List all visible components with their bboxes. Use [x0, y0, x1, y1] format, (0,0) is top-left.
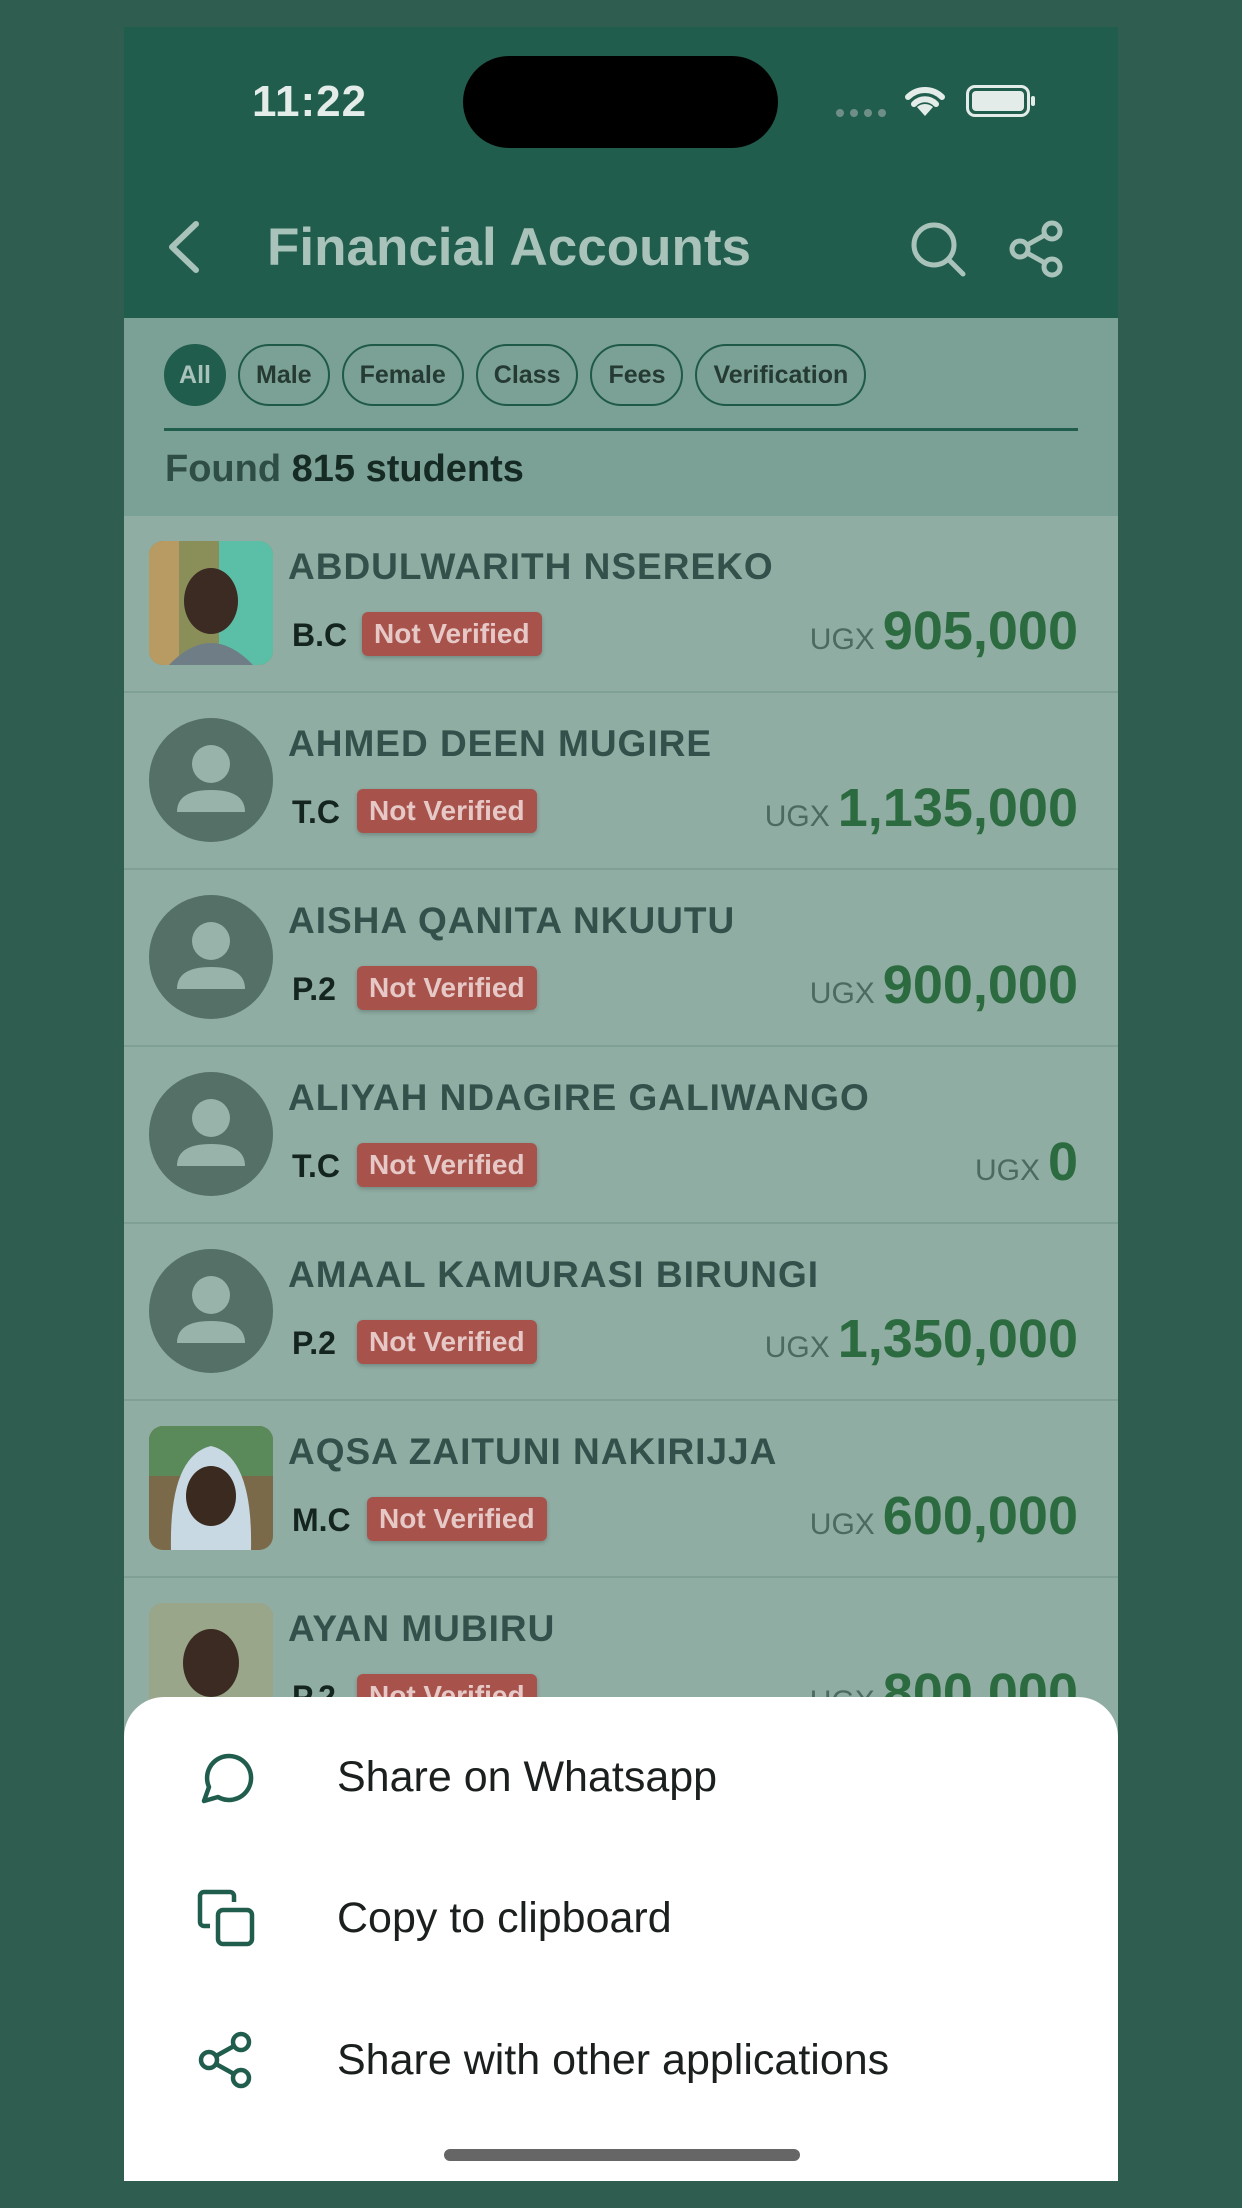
status-badge: Not Verified — [357, 966, 537, 1010]
status-badge: Not Verified — [367, 1497, 547, 1541]
status-time: 11:22 — [252, 77, 368, 126]
status-badge: Not Verified — [362, 612, 542, 656]
fee-amount: UGX 1,350,000 — [765, 1308, 1078, 1370]
student-name: ALIYAH NDAGIRE GALIWANGO — [288, 1077, 870, 1118]
currency-label: UGX — [974, 1154, 1040, 1187]
amount-value: 0 — [1047, 1132, 1078, 1192]
results-prefix: Found — [165, 448, 282, 490]
option-label: Copy to clipboard — [337, 1893, 672, 1942]
option-label: Share with other applications — [337, 2035, 890, 2084]
fee-amount: UGX 600,000 — [810, 1485, 1078, 1547]
results-count: Found 815 students — [165, 448, 524, 491]
home-indicator — [444, 2149, 800, 2161]
student-list: ABDULWARITH NSEREKO B.C Not Verified UGX… — [124, 516, 1118, 1755]
amount-value: 1,350,000 — [837, 1309, 1078, 1369]
filter-chip-male[interactable]: Male — [238, 344, 330, 406]
filter-chip-class[interactable]: Class — [475, 344, 579, 406]
fee-amount: UGX 905,000 — [810, 600, 1078, 662]
amount-value: 900,000 — [882, 955, 1078, 1015]
filter-bar: All Male Female Class Fees Verification … — [124, 318, 1118, 516]
share-icon — [198, 2031, 252, 2089]
student-class: T.C — [292, 794, 340, 830]
filter-chip-female[interactable]: Female — [341, 344, 464, 406]
app-screen: 11:22 Financial Accounts All Male Female — [124, 27, 1118, 2181]
filter-chip-fees[interactable]: Fees — [590, 344, 684, 406]
search-icon[interactable] — [909, 220, 967, 278]
currency-label: UGX — [764, 800, 830, 833]
share-bottom-sheet: Share on Whatsapp Copy to clipboard Shar… — [124, 1697, 1118, 2181]
avatar-placeholder-icon — [149, 718, 273, 842]
share-icon[interactable] — [1008, 220, 1064, 278]
currency-label: UGX — [764, 1331, 830, 1364]
student-name: ABDULWARITH NSEREKO — [288, 546, 774, 587]
filter-chip-all[interactable]: All — [164, 344, 226, 406]
student-name: AYAN MUBIRU — [288, 1608, 556, 1649]
avatar-placeholder-icon — [149, 1249, 273, 1373]
student-photo — [149, 1426, 273, 1550]
avatar-placeholder-icon — [149, 1072, 273, 1196]
wifi-icon — [905, 86, 945, 116]
filter-chips: All Male Female Class Fees Verification — [164, 344, 867, 406]
chevron-left-icon[interactable] — [160, 220, 210, 274]
list-item[interactable]: AISHA QANITA NKUUTU P.2 Not Verified UGX… — [124, 870, 1118, 1047]
student-photo — [149, 541, 273, 665]
dynamic-island — [463, 56, 778, 148]
student-class: T.C — [292, 1148, 340, 1184]
cellular-signal-icon — [836, 109, 886, 117]
student-name: AISHA QANITA NKUUTU — [288, 900, 736, 941]
list-item[interactable]: AMAAL KAMURASI BIRUNGI P.2 Not Verified … — [124, 1224, 1118, 1401]
list-item[interactable]: AHMED DEEN MUGIRE T.C Not Verified UGX 1… — [124, 693, 1118, 870]
status-badge: Not Verified — [357, 1320, 537, 1364]
divider — [164, 428, 1078, 431]
battery-icon — [966, 85, 1035, 117]
currency-label: UGX — [809, 623, 875, 656]
status-badge: Not Verified — [357, 1143, 537, 1187]
student-class: M.C — [292, 1502, 351, 1538]
share-other-apps-option[interactable]: Share with other applications — [124, 2005, 1118, 2115]
student-name: AMAAL KAMURASI BIRUNGI — [288, 1254, 820, 1295]
status-badge: Not Verified — [357, 789, 537, 833]
copy-clipboard-option[interactable]: Copy to clipboard — [124, 1863, 1118, 1973]
amount-value: 905,000 — [882, 601, 1078, 661]
avatar-placeholder-icon — [149, 895, 273, 1019]
page-title: Financial Accounts — [267, 218, 751, 277]
amount-value: 1,135,000 — [837, 778, 1078, 838]
copy-icon — [197, 1889, 255, 1947]
student-name: AHMED DEEN MUGIRE — [288, 723, 713, 764]
student-name: AQSA ZAITUNI NAKIRIJJA — [288, 1431, 778, 1472]
student-class: B.C — [292, 617, 348, 653]
fee-amount: UGX 900,000 — [810, 954, 1078, 1016]
fee-amount: UGX 1,135,000 — [765, 777, 1078, 839]
list-item[interactable]: ABDULWARITH NSEREKO B.C Not Verified UGX… — [124, 516, 1118, 693]
currency-label: UGX — [809, 1508, 875, 1541]
amount-value: 600,000 — [882, 1486, 1078, 1546]
currency-label: UGX — [809, 977, 875, 1010]
list-item[interactable]: AQSA ZAITUNI NAKIRIJJA M.C Not Verified … — [124, 1401, 1118, 1578]
list-item[interactable]: ALIYAH NDAGIRE GALIWANGO T.C Not Verifie… — [124, 1047, 1118, 1224]
fee-amount: UGX 0 — [975, 1131, 1078, 1193]
filter-chip-verification[interactable]: Verification — [695, 344, 867, 406]
chat-bubble-icon — [201, 1753, 254, 1804]
results-count-value: 815 students — [291, 448, 524, 490]
share-whatsapp-option[interactable]: Share on Whatsapp — [124, 1722, 1118, 1832]
student-class: P.2 — [292, 1325, 336, 1361]
app-header: 11:22 Financial Accounts — [124, 27, 1118, 318]
option-label: Share on Whatsapp — [337, 1752, 718, 1801]
student-class: P.2 — [292, 971, 336, 1007]
